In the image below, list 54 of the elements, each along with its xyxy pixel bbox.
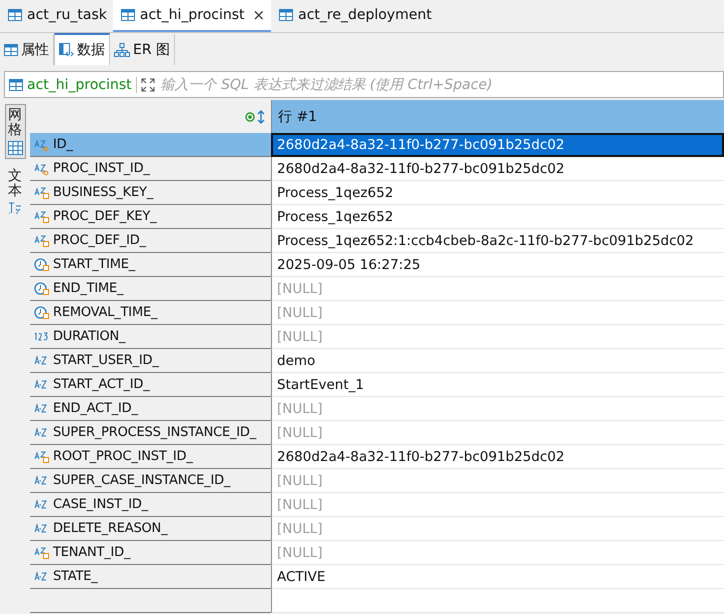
key-column-icon bbox=[34, 162, 50, 176]
editor-tab[interactable]: act_hi_procinst × bbox=[112, 0, 272, 32]
table-icon bbox=[120, 9, 135, 21]
table-cell: 2680d2a4-8a32-11f0-b277-bc091b25dc02 bbox=[271, 445, 724, 469]
column-header[interactable]: 行 #1 bbox=[271, 100, 724, 133]
close-button[interactable]: × bbox=[252, 6, 266, 24]
hierarchy-icon bbox=[114, 43, 130, 57]
clock-icon bbox=[34, 258, 50, 272]
table-cell: [NULL] bbox=[271, 277, 724, 301]
row-header[interactable]: ID_ bbox=[30, 133, 271, 157]
table-cell: [NULL] bbox=[271, 397, 724, 421]
table-cell: [NULL] bbox=[271, 541, 724, 565]
indexed-text-icon bbox=[34, 546, 50, 560]
view-tab[interactable]: 文本 bbox=[5, 164, 25, 220]
clock-icon bbox=[34, 306, 50, 320]
table-cell: [NULL] bbox=[271, 469, 724, 493]
table-cell: Process_1qez652 bbox=[271, 181, 724, 205]
grid-icon bbox=[8, 140, 22, 155]
filter-input[interactable]: 输入一个 SQL 表达式来过滤结果 (使用 Ctrl+Space) bbox=[158, 76, 723, 94]
indexed-text-icon bbox=[34, 450, 50, 464]
table-cell: StartEvent_1 bbox=[271, 373, 724, 397]
indexed-text-icon bbox=[34, 186, 50, 200]
table-cell: Process_1qez652:1:ccb4cbeb-8a2c-11f0-b277-bc091b25dc02 bbox=[271, 229, 724, 253]
editor-tab[interactable]: act_re_deployment bbox=[271, 0, 438, 32]
sort-icon[interactable] bbox=[257, 110, 265, 124]
indexed-text-icon bbox=[34, 234, 50, 248]
clock-icon bbox=[34, 282, 50, 296]
table-cell: demo bbox=[271, 349, 724, 373]
indexed-text-icon bbox=[34, 210, 50, 224]
table-cell: Process_1qez652 bbox=[271, 205, 724, 229]
expand-icon[interactable] bbox=[140, 78, 155, 92]
table-cell: ACTIVE bbox=[271, 565, 724, 589]
sub-tab[interactable]: 数据 bbox=[54, 33, 110, 65]
table-icon bbox=[279, 9, 294, 21]
number-icon bbox=[34, 330, 50, 344]
filter-field[interactable]: act_hi_procinst 输入一个 SQL 表达式来过滤结果 (使用 Ctrl+Space) bbox=[4, 71, 724, 98]
table-icon bbox=[4, 44, 18, 56]
view-tab[interactable]: 网格 bbox=[4, 104, 26, 159]
data-grid-icon bbox=[59, 43, 74, 57]
table-cell: [NULL] bbox=[271, 325, 724, 349]
table-name: act_hi_procinst bbox=[27, 76, 137, 92]
key-column-icon bbox=[34, 138, 50, 152]
table-cell: 2025-09-05 16:27:25 bbox=[271, 253, 724, 277]
target-icon[interactable] bbox=[245, 112, 255, 122]
table-cell: [NULL] bbox=[271, 301, 724, 325]
table-cell: 2680d2a4-8a32-11f0-b277-bc091b25dc02 bbox=[271, 157, 724, 181]
table-cell: [NULL] bbox=[271, 421, 724, 445]
table-cell: [NULL] bbox=[271, 493, 724, 517]
table-cell: [NULL] bbox=[271, 517, 724, 541]
editor-tab[interactable]: act_ru_task bbox=[0, 0, 113, 32]
table-icon bbox=[9, 78, 23, 90]
table-cell: 2680d2a4-8a32-11f0-b277-bc091b25dc02 bbox=[271, 133, 724, 157]
text-format-icon bbox=[8, 202, 22, 216]
table-icon bbox=[8, 9, 22, 21]
